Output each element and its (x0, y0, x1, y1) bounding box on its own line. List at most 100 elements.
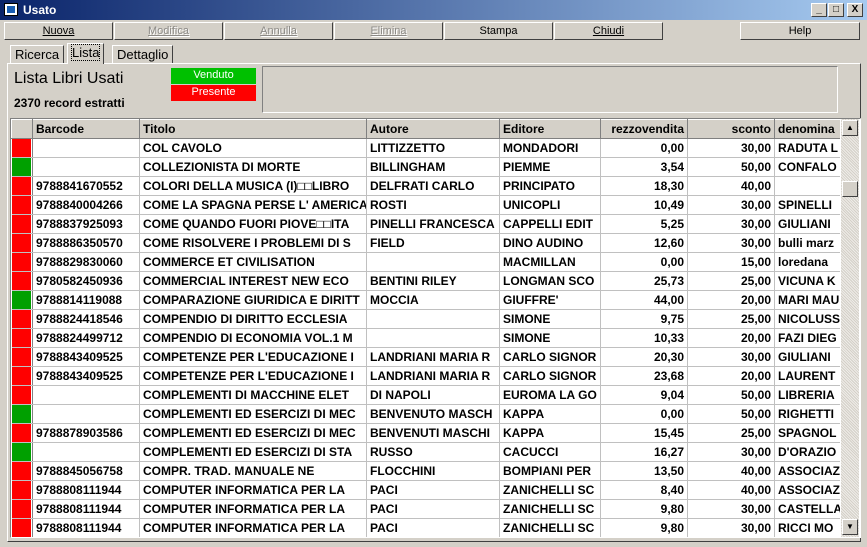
cell-denominazione[interactable]: ASSOCIAZ (774, 461, 840, 481)
cell-sconto[interactable]: 30,00 (687, 442, 775, 462)
cell-barcode[interactable]: 9788824418546 (32, 309, 140, 329)
cell-editore[interactable]: CARLO SIGNOR (499, 347, 601, 367)
cell-denominazione[interactable]: loredana (774, 252, 840, 272)
cell-barcode[interactable] (32, 157, 140, 177)
cell-editore[interactable]: PRINCIPATO (499, 176, 601, 196)
cell-titolo[interactable]: COMPETENZE PER L'EDUCAZIONE I (139, 347, 367, 367)
cell-denominazione[interactable]: VICUNA K (774, 271, 840, 291)
cell-sconto[interactable]: 40,00 (687, 176, 775, 196)
cell-denominazione[interactable]: RIGHETTI (774, 404, 840, 424)
cell-titolo[interactable]: COMPLEMENTI ED ESERCIZI DI MEC (139, 423, 367, 443)
table-row[interactable]: 9788886350570 COME RISOLVERE I PROBLEMI D… (11, 233, 840, 253)
cell-editore[interactable]: MACMILLAN (499, 252, 601, 272)
cell-editore[interactable]: MONDADORI (499, 138, 601, 158)
cell-editore[interactable]: ZANICHELLI SC (499, 499, 601, 519)
cell-barcode[interactable] (32, 442, 140, 462)
cell-denominazione[interactable]: MARI MAU (774, 290, 840, 310)
cell-titolo[interactable]: COMPETENZE PER L'EDUCAZIONE I (139, 366, 367, 386)
cell-sconto[interactable]: 50,00 (687, 157, 775, 177)
cell-barcode[interactable]: 9788841670552 (32, 176, 140, 196)
cell-denominazione[interactable]: FAZI DIEG (774, 328, 840, 348)
cell-denominazione[interactable] (774, 176, 840, 196)
cell-sconto[interactable]: 30,00 (687, 195, 775, 215)
cell-titolo[interactable]: COMPUTER INFORMATICA PER LA (139, 518, 367, 537)
cell-denominazione[interactable]: D'ORAZIO (774, 442, 840, 462)
scroll-up-button[interactable]: ▲ (842, 120, 858, 136)
cell-editore[interactable]: ZANICHELLI SC (499, 480, 601, 500)
cell-sconto[interactable]: 40,00 (687, 461, 775, 481)
cell-autore[interactable]: ROSTI (366, 195, 500, 215)
cell-barcode[interactable]: 9788840004266 (32, 195, 140, 215)
table-row[interactable]: 9788845056758 COMPR. TRAD. MANUALE NE FLOC… (11, 461, 840, 481)
tab-lista[interactable]: Lista (67, 43, 105, 64)
cell-prezzovendita[interactable]: 0,00 (600, 138, 688, 158)
cell-prezzovendita[interactable]: 8,40 (600, 480, 688, 500)
column-header-titolo[interactable]: Titolo (139, 119, 367, 139)
cell-editore[interactable]: UNICOPLI (499, 195, 601, 215)
table-row[interactable]: COL CAVOLO LITTIZZETTO MONDADORI 0,00 30,00 R… (11, 138, 840, 158)
cell-sconto[interactable]: 50,00 (687, 385, 775, 405)
column-header-autore[interactable]: Autore (366, 119, 500, 139)
cell-autore[interactable]: BILLINGHAM (366, 157, 500, 177)
cell-sconto[interactable]: 20,00 (687, 366, 775, 386)
close-button[interactable]: X (847, 3, 863, 17)
cell-titolo[interactable]: COMMERCE ET CIVILISATION (139, 252, 367, 272)
cell-editore[interactable]: PIEMME (499, 157, 601, 177)
cell-titolo[interactable]: COMPLEMENTI ED ESERCIZI DI MEC (139, 404, 367, 424)
cell-autore[interactable]: FIELD (366, 233, 500, 253)
cell-sconto[interactable]: 25,00 (687, 271, 775, 291)
cell-editore[interactable]: KAPPA (499, 423, 601, 443)
cell-barcode[interactable]: 9788808111944 (32, 480, 140, 500)
cell-prezzovendita[interactable]: 9,75 (600, 309, 688, 329)
table-row[interactable]: COLLEZIONISTA DI MORTE BILLINGHAM PIEMME 3,… (11, 157, 840, 177)
cell-editore[interactable]: SIMONE (499, 309, 601, 329)
table-row[interactable]: 9788843409525 COMPETENZE PER L'EDUCAZIONE… (11, 347, 840, 367)
cell-sconto[interactable]: 20,00 (687, 290, 775, 310)
table-row[interactable]: 9788808111944 COMPUTER INFORMATICA PER LA… (11, 499, 840, 519)
cell-editore[interactable]: CAPPELLI EDIT (499, 214, 601, 234)
cell-autore[interactable]: PINELLI FRANCESCA (366, 214, 500, 234)
cell-denominazione[interactable]: GIULIANI (774, 214, 840, 234)
cell-editore[interactable]: BOMPIANI PER (499, 461, 601, 481)
cell-barcode[interactable]: 9788814119088 (32, 290, 140, 310)
cell-titolo[interactable]: COME QUANDO FUORI PIOVE□□ITA (139, 214, 367, 234)
vertical-scrollbar[interactable]: ▲ ▼ (841, 119, 859, 537)
cell-barcode[interactable] (32, 404, 140, 424)
cell-barcode[interactable]: 9788808111944 (32, 499, 140, 519)
cell-prezzovendita[interactable]: 12,60 (600, 233, 688, 253)
cell-barcode[interactable] (32, 385, 140, 405)
column-header-sconto[interactable]: sconto (687, 119, 775, 139)
scroll-down-button[interactable]: ▼ (842, 519, 858, 535)
column-header-denominazione[interactable]: denomina (774, 119, 840, 139)
table-row[interactable]: 9788843409525 COMPETENZE PER L'EDUCAZIONE… (11, 366, 840, 386)
table-row[interactable]: 9788840004266 COME LA SPAGNA PERSE L' AME… (11, 195, 840, 215)
cell-autore[interactable]: PACI (366, 499, 500, 519)
cell-editore[interactable]: CACUCCI (499, 442, 601, 462)
cell-denominazione[interactable]: SPINELLI (774, 195, 840, 215)
cell-autore[interactable] (366, 328, 500, 348)
cell-titolo[interactable]: COMPLEMENTI ED ESERCIZI DI STA (139, 442, 367, 462)
cell-autore[interactable]: BENVENUTO MASCH (366, 404, 500, 424)
cell-autore[interactable]: PACI (366, 480, 500, 500)
cell-autore[interactable] (366, 252, 500, 272)
table-row[interactable]: 9788808111944 COMPUTER INFORMATICA PER LA… (11, 518, 840, 537)
table-row[interactable]: 9780582450936 COMMERCIAL INTEREST NEW ECO… (11, 271, 840, 291)
cell-autore[interactable] (366, 309, 500, 329)
table-row[interactable]: COMPLEMENTI DI MACCHINE ELET DI NAPOLI EUR… (11, 385, 840, 405)
new-button[interactable]: Nuova (4, 22, 113, 40)
cell-prezzovendita[interactable]: 13,50 (600, 461, 688, 481)
cell-denominazione[interactable]: NICOLUSS (774, 309, 840, 329)
cell-sconto[interactable]: 30,00 (687, 518, 775, 537)
table-row[interactable]: 9788837925093 COME QUANDO FUORI PIOVE□□IT… (11, 214, 840, 234)
table-row[interactable]: 9788814119088 COMPARAZIONE GIURIDICA E DI… (11, 290, 840, 310)
cell-prezzovendita[interactable]: 0,00 (600, 252, 688, 272)
table-row[interactable]: 9788824418546 COMPENDIO DI DIRITTO ECCLES… (11, 309, 840, 329)
delete-button[interactable]: Elimina (334, 22, 443, 40)
cell-prezzovendita[interactable]: 18,30 (600, 176, 688, 196)
cell-titolo[interactable]: COMMERCIAL INTEREST NEW ECO (139, 271, 367, 291)
cell-barcode[interactable]: 9788845056758 (32, 461, 140, 481)
cell-editore[interactable]: ZANICHELLI SC (499, 518, 601, 537)
column-header-barcode[interactable]: Barcode (32, 119, 140, 139)
cell-denominazione[interactable]: bulli marz (774, 233, 840, 253)
scroll-thumb[interactable] (842, 181, 858, 197)
